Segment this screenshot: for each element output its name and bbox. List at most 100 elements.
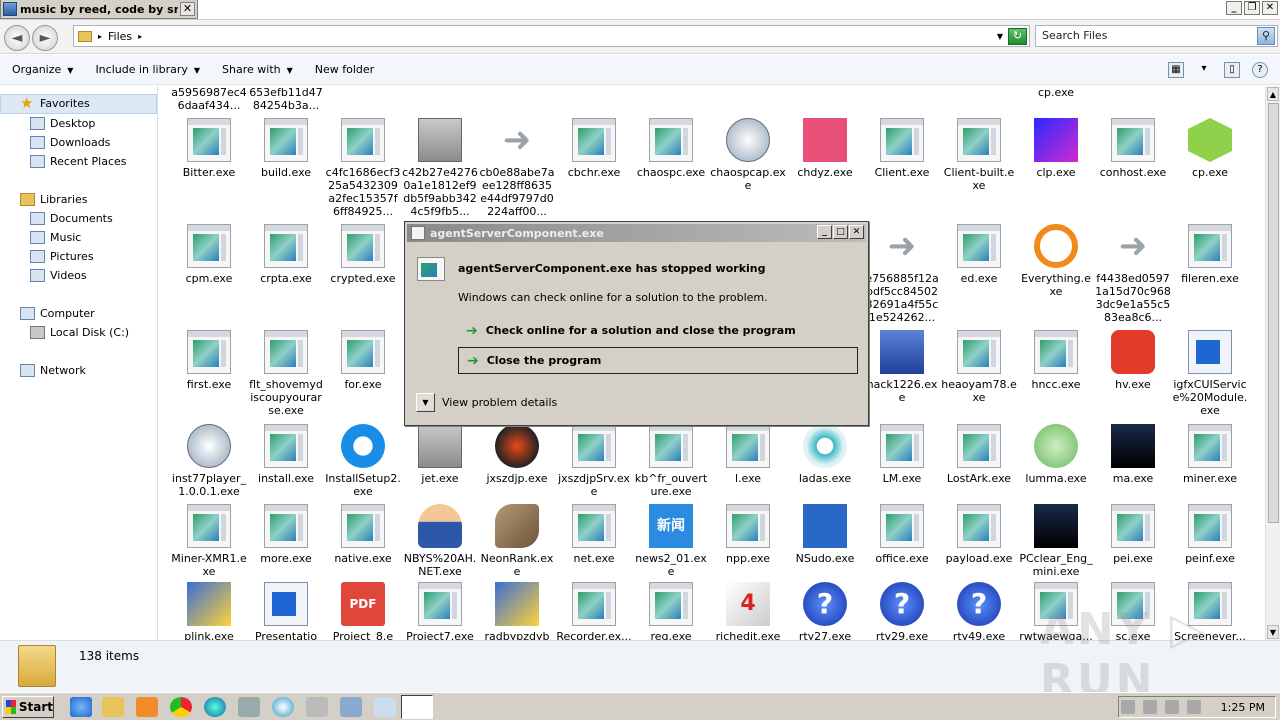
file-item[interactable]: conhost.exe xyxy=(1095,118,1171,179)
file-item[interactable]: pei.exe xyxy=(1095,504,1171,565)
file-item[interactable]: chaospcap.exe xyxy=(710,118,786,192)
file-item[interactable]: Client-built.exe xyxy=(941,118,1017,192)
dialog-maximize-button[interactable]: □ xyxy=(833,225,848,239)
dialog-close-button[interactable]: ✕ xyxy=(849,225,864,239)
file-item[interactable]: NBYS%20AH.NET.exe xyxy=(402,504,478,578)
nav-documents[interactable]: Documents xyxy=(30,212,113,225)
active-task-agent[interactable] xyxy=(401,695,433,719)
close-window-button[interactable]: ✕ xyxy=(1262,1,1278,15)
file-item[interactable]: cp.exe xyxy=(1018,86,1094,99)
nav-pictures[interactable]: Pictures xyxy=(30,250,94,263)
file-item[interactable]: jxszdjp.exe xyxy=(479,424,555,485)
address-bar[interactable]: ▸ Files ▸ ▼ xyxy=(73,25,1030,47)
file-item[interactable]: more.exe xyxy=(248,504,324,565)
file-item[interactable]: NSudo.exe xyxy=(787,504,863,565)
battery-icon[interactable] xyxy=(1164,700,1179,714)
file-item[interactable]: plink.exe xyxy=(171,582,247,640)
check-online-option[interactable]: ➔ Check online for a solution and close … xyxy=(458,317,858,344)
file-item[interactable]: ? rty27.exe xyxy=(787,582,863,640)
file-item[interactable]: igfxCUIService%20Module.exe xyxy=(1172,330,1248,417)
file-item[interactable]: native.exe xyxy=(325,504,401,565)
file-item[interactable]: 4 richedit.exe xyxy=(710,582,786,640)
file-item[interactable]: InstallSetup2.exe xyxy=(325,424,401,498)
file-item[interactable]: ➜ f4438ed05971a15d70c9683dc9e1a55c583ea8c… xyxy=(1095,224,1171,324)
chrome-icon[interactable] xyxy=(170,697,192,717)
nav-computer[interactable]: Computer xyxy=(20,307,95,320)
file-item[interactable]: cbchr.exe xyxy=(556,118,632,179)
file-item[interactable]: cp.exe xyxy=(1172,118,1248,179)
file-item[interactable]: lumma.exe xyxy=(1018,424,1094,485)
file-item[interactable]: a5956987ec46daaf434... xyxy=(171,86,247,112)
file-item[interactable]: hv.exe xyxy=(1095,330,1171,391)
search-icon[interactable]: ⚲ xyxy=(1257,27,1275,45)
volume-icon[interactable] xyxy=(1120,700,1135,714)
file-item[interactable]: l.exe xyxy=(710,424,786,485)
help-icon[interactable]: ? xyxy=(1252,62,1268,78)
file-item[interactable]: build.exe xyxy=(248,118,324,179)
view-details-toggle[interactable]: ▼ View problem details xyxy=(416,393,557,412)
file-item[interactable]: c4fc1686ecf325a5432309a2fec15357f6ff8492… xyxy=(325,118,401,218)
file-item[interactable]: peinf.exe xyxy=(1172,504,1248,565)
nav-downloads[interactable]: Downloads xyxy=(30,136,110,149)
file-item[interactable]: fileren.exe xyxy=(1172,224,1248,285)
file-item[interactable]: ladas.exe xyxy=(787,424,863,485)
file-item[interactable]: c42b27e42760a1e1812ef9db5f9abb3424c5f9fb… xyxy=(402,118,478,218)
new-folder-button[interactable]: New folder xyxy=(315,63,374,76)
file-item[interactable]: Bitter.exe xyxy=(171,118,247,179)
file-item[interactable]: crypted.exe xyxy=(325,224,401,285)
file-item[interactable]: for.exe xyxy=(325,330,401,391)
file-item[interactable]: flt_shovemydiscoupyourarse.exe xyxy=(248,330,324,417)
view-options-icon[interactable]: ▦ xyxy=(1168,62,1184,78)
nav-network[interactable]: Network xyxy=(20,364,86,377)
refresh-button[interactable]: ↻ xyxy=(1008,28,1027,45)
file-item[interactable]: miner.exe xyxy=(1172,424,1248,485)
file-item[interactable]: Project7.exe xyxy=(402,582,478,640)
file-item[interactable]: chaospc.exe xyxy=(633,118,709,179)
file-item[interactable]: inst77player_1.0.0.1.exe xyxy=(171,424,247,498)
flag-icon[interactable] xyxy=(1186,700,1201,714)
include-in-library-menu[interactable]: Include in library ▼ xyxy=(95,63,200,76)
clock[interactable]: 1:25 PM xyxy=(1221,701,1265,714)
nav-favorites[interactable]: ★ Favorites xyxy=(20,96,90,111)
maximize-button[interactable]: ❐ xyxy=(1244,1,1260,15)
file-item[interactable]: crpta.exe xyxy=(248,224,324,285)
nav-local-disk[interactable]: Local Disk (C:) xyxy=(30,326,129,339)
file-item[interactable]: 653efb11d4784254b3a... xyxy=(248,86,324,112)
file-item[interactable]: kb^fr_ouverture.exe xyxy=(633,424,709,498)
file-item[interactable]: chdyz.exe xyxy=(787,118,863,179)
chevron-down-icon[interactable]: ▼ xyxy=(416,393,435,412)
file-item[interactable]: radbypzdybd... xyxy=(479,582,555,640)
breadcrumb-arrow-2[interactable]: ▸ xyxy=(138,32,142,41)
ie-icon[interactable] xyxy=(70,697,92,717)
file-item[interactable]: ➜ cb0e88abe7aee128ff8635e44df9797d0224aff… xyxy=(479,118,555,218)
file-item[interactable]: office.exe xyxy=(864,504,940,565)
file-item[interactable]: net.exe xyxy=(556,504,632,565)
app-disc-icon[interactable] xyxy=(272,697,294,717)
file-item[interactable]: PDF Project_8.ex... xyxy=(325,582,401,640)
vertical-scrollbar[interactable]: ▲ ▼ xyxy=(1265,86,1280,640)
scroll-thumb[interactable] xyxy=(1268,103,1279,523)
forward-button[interactable]: ► xyxy=(32,25,58,51)
file-item[interactable]: Recorder.ex... xyxy=(556,582,632,640)
file-item[interactable]: Presentation... xyxy=(248,582,324,640)
file-item[interactable]: LM.exe xyxy=(864,424,940,485)
close-program-option[interactable]: ➔ Close the program xyxy=(458,347,858,374)
search-input[interactable]: Search Files ⚲ xyxy=(1035,25,1278,47)
network-app-icon[interactable] xyxy=(340,697,362,717)
file-item[interactable]: first.exe xyxy=(171,330,247,391)
dialog-minimize-button[interactable]: _ xyxy=(817,225,832,239)
breadcrumb-arrow[interactable]: ▸ xyxy=(98,32,102,41)
media-player-icon[interactable] xyxy=(136,697,158,717)
file-item[interactable]: jet.exe xyxy=(402,424,478,485)
nav-videos[interactable]: Videos xyxy=(30,269,87,282)
nav-music[interactable]: Music xyxy=(30,231,81,244)
file-item[interactable]: clp.exe xyxy=(1018,118,1094,179)
back-button[interactable]: ◄ xyxy=(4,25,30,51)
file-item[interactable]: hack1226.exe xyxy=(864,330,940,404)
explorer-icon[interactable] xyxy=(102,697,124,717)
calculator-icon[interactable] xyxy=(306,697,328,717)
file-item[interactable]: LostArk.exe xyxy=(941,424,1017,485)
view-dropdown-icon[interactable]: ▾ xyxy=(1196,62,1212,78)
file-item[interactable]: PCclear_Eng_mini.exe xyxy=(1018,504,1094,578)
file-item[interactable]: Client.exe xyxy=(864,118,940,179)
